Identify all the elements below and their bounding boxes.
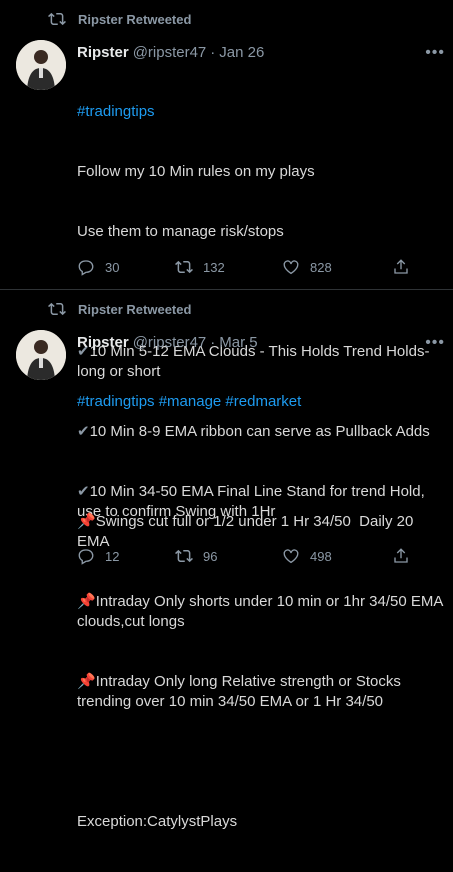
retweet-indicator: Ripster Retweeted <box>48 10 191 28</box>
more-icon[interactable]: ••• <box>425 334 445 352</box>
like-count: 828 <box>310 259 332 275</box>
action-bar: 12 96 498 <box>77 547 443 565</box>
like-button[interactable]: 498 <box>282 547 392 565</box>
retweet-icon <box>48 302 66 316</box>
like-icon <box>283 260 299 275</box>
tweet-1[interactable]: Ripster Retweeted Ripster @ripster47 · J… <box>0 0 453 520</box>
dot-separator: · <box>210 333 216 351</box>
retweet-icon <box>175 260 193 274</box>
retweet-indicator: Ripster Retweeted <box>48 300 191 318</box>
bullet-text: Intraday Only shorts under 10 min or 1hr… <box>77 593 447 630</box>
author-name[interactable]: Ripster <box>77 334 129 351</box>
tweet-date[interactable]: Mar 5 <box>219 334 257 351</box>
hashtags[interactable]: #tradingtips <box>77 102 443 122</box>
author-name[interactable]: Ripster <box>77 44 129 61</box>
avatar[interactable] <box>16 40 66 90</box>
pin-icon: 📌 <box>77 673 96 690</box>
tweet-date[interactable]: Jan 26 <box>219 44 264 61</box>
retweet-count: 132 <box>203 259 225 275</box>
share-icon <box>394 548 408 563</box>
like-count: 498 <box>310 548 332 564</box>
tweet-2[interactable]: Ripster Retweeted Ripster @ripster47 · M… <box>0 290 453 830</box>
retweet-label[interactable]: Ripster Retweeted <box>78 302 191 317</box>
author-handle[interactable]: @ripster47 <box>133 44 207 61</box>
reply-icon <box>78 549 94 565</box>
tweet-line: Use them to manage risk/stops <box>77 223 284 240</box>
author-handle[interactable]: @ripster47 <box>133 334 207 351</box>
bullet-text: Swings cut full or 1/2 under 1 Hr 34/50 … <box>77 513 418 550</box>
tweet-footer: Exception:CatylystPlays <box>77 813 238 830</box>
like-icon <box>283 549 299 564</box>
dot-separator: · <box>210 43 216 61</box>
reply-icon <box>78 260 94 276</box>
tweet-line: Follow my 10 Min rules on my plays <box>77 163 315 180</box>
more-icon[interactable]: ••• <box>425 44 445 62</box>
reply-count: 12 <box>105 548 120 564</box>
reply-button[interactable]: 30 <box>77 258 155 276</box>
reply-button[interactable]: 12 <box>77 547 155 565</box>
share-button[interactable] <box>392 258 410 276</box>
retweet-button[interactable]: 96 <box>175 547 282 565</box>
share-button[interactable] <box>392 547 410 565</box>
bullet-text: Intraday Only long Relative strength or … <box>77 673 406 710</box>
retweet-count: 96 <box>203 548 218 564</box>
pin-icon: 📌 <box>77 513 96 530</box>
reply-count: 30 <box>105 259 120 275</box>
retweet-button[interactable]: 132 <box>175 258 282 276</box>
retweet-icon <box>175 549 193 563</box>
hashtags[interactable]: #tradingtips #manage #redmarket <box>77 392 443 412</box>
like-button[interactable]: 828 <box>282 258 392 276</box>
avatar[interactable] <box>16 330 66 380</box>
retweet-label[interactable]: Ripster Retweeted <box>78 12 191 27</box>
share-icon <box>394 259 408 274</box>
action-bar: 30 132 828 <box>77 258 443 276</box>
pin-icon: 📌 <box>77 593 96 610</box>
tweet-text: #tradingtips #manage #redmarket 📌Swings … <box>77 352 443 872</box>
retweet-icon <box>48 12 66 26</box>
